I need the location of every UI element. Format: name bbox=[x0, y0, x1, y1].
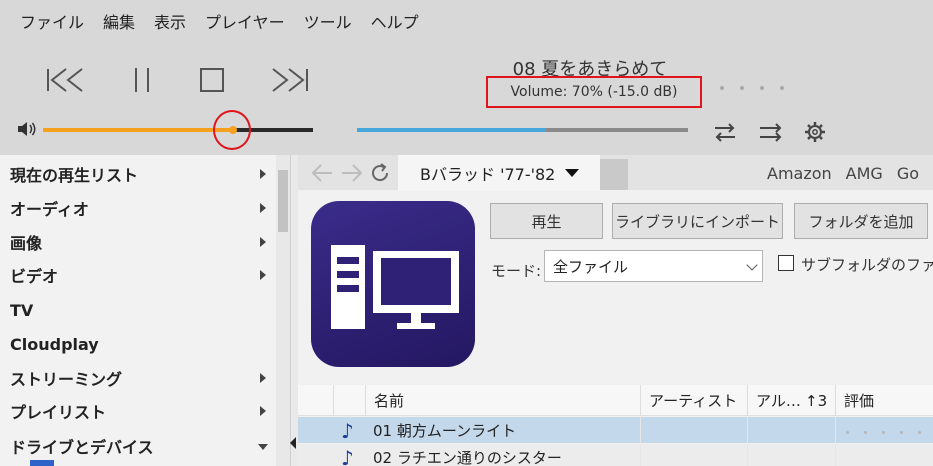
table-row[interactable]: ♪ 01 朝方ムーンライト bbox=[298, 417, 933, 443]
stop-button[interactable] bbox=[187, 60, 237, 100]
table-header: 名前 アーティスト アル… ↑3 評価 bbox=[298, 385, 933, 416]
tab-label: Bバラッド '77-'82 bbox=[420, 165, 556, 184]
sidebar-item-label: Cloudplay bbox=[10, 334, 99, 354]
pane-splitter[interactable] bbox=[290, 155, 298, 466]
repeat-icon[interactable] bbox=[712, 120, 738, 144]
sort-indicator: ↑3 bbox=[805, 391, 828, 410]
menu-tools[interactable]: ツール bbox=[304, 9, 352, 33]
sidebar-item-label: プレイリスト bbox=[10, 403, 107, 422]
mode-select[interactable]: 全ファイル bbox=[544, 250, 763, 282]
volume-text: Volume: 70% (-15.0 dB) bbox=[510, 84, 678, 100]
column-artist[interactable]: アーティスト bbox=[640, 385, 747, 416]
sidebar-item-label: オーディオ bbox=[10, 200, 89, 219]
previous-button[interactable] bbox=[40, 60, 90, 100]
menu-help[interactable]: ヘルプ bbox=[371, 9, 419, 33]
tab-blank[interactable] bbox=[600, 159, 628, 190]
chevron-right-icon[interactable] bbox=[260, 270, 266, 280]
volume-thumb-highlight bbox=[213, 110, 251, 150]
forward-arrow-icon[interactable] bbox=[340, 161, 364, 185]
sidebar-item-label: ストリーミング bbox=[10, 370, 123, 389]
collapse-arrow-icon[interactable] bbox=[290, 437, 296, 449]
menu-view[interactable]: 表示 bbox=[154, 9, 186, 33]
sidebar-item-label: 画像 bbox=[10, 234, 43, 253]
back-arrow-icon[interactable] bbox=[310, 161, 334, 185]
sidebar-item-tv[interactable]: TV bbox=[10, 295, 270, 325]
seek-bar[interactable] bbox=[357, 128, 688, 132]
chevron-down-icon[interactable] bbox=[258, 444, 268, 450]
menu-player[interactable]: プレイヤー bbox=[205, 9, 285, 33]
folder-panel: 再生 ライブラリにインポート フォルダを追加 モード: 全ファイル サブフォルダ… bbox=[298, 191, 933, 383]
subfolder-checkbox[interactable] bbox=[778, 255, 794, 271]
sidebar-item-streaming[interactable]: ストリーミング bbox=[10, 363, 270, 393]
shuffle-icon[interactable] bbox=[758, 120, 784, 144]
add-folder-button[interactable]: フォルダを追加 bbox=[794, 203, 928, 239]
play-button[interactable]: 再生 bbox=[490, 203, 603, 239]
row-name: 02 ラチエン通りのシスター bbox=[373, 448, 562, 466]
sidebar-item-label: TV bbox=[10, 300, 34, 320]
chevron-right-icon[interactable] bbox=[260, 203, 266, 213]
volume-slider-fill bbox=[43, 128, 233, 132]
sidebar-item-drives[interactable]: ドライブとデバイス bbox=[10, 431, 270, 461]
seek-bar-fill bbox=[357, 128, 546, 132]
speaker-icon[interactable] bbox=[16, 120, 38, 138]
table-row[interactable]: ♪ 02 ラチエン通りのシスター bbox=[298, 444, 933, 466]
column-type[interactable] bbox=[333, 385, 365, 416]
import-to-library-button[interactable]: ライブラリにインポート bbox=[612, 203, 783, 239]
main-pane: Bバラッド '77-'82 Amazon AMG Go 再生 ライブラリにインポ… bbox=[298, 155, 933, 466]
refresh-icon[interactable] bbox=[368, 161, 392, 185]
player-area: ファイル 編集 表示 プレイヤー ツール ヘルプ 08 夏をあきらめて Volu… bbox=[0, 0, 933, 155]
music-note-icon: ♪ bbox=[341, 446, 354, 466]
column-rating[interactable]: 評価 bbox=[835, 385, 933, 416]
web-links: Amazon AMG Go bbox=[767, 155, 933, 191]
chevron-right-icon[interactable] bbox=[260, 237, 266, 247]
sidebar-item-label: ドライブとデバイス bbox=[10, 438, 154, 457]
sidebar-item-label: ビデオ bbox=[10, 267, 59, 286]
row-name: 01 朝方ムーンライト bbox=[373, 421, 517, 440]
rating-dots bbox=[718, 86, 798, 96]
next-button[interactable] bbox=[265, 60, 315, 100]
sidebar-scrollbar[interactable] bbox=[276, 155, 290, 466]
sidebar-scrollbar-thumb[interactable] bbox=[278, 170, 288, 232]
sidebar-item-label: 現在の再生リスト bbox=[10, 166, 139, 185]
tab-active-folder[interactable]: Bバラッド '77-'82 bbox=[398, 155, 600, 191]
volume-slider[interactable] bbox=[43, 126, 313, 134]
subfolder-label[interactable]: サブフォルダのファイ bbox=[801, 250, 933, 278]
stop-icon bbox=[200, 68, 224, 92]
sidebar: 現在の再生リスト オーディオ 画像 ビデオ TV Cloudplay ストリーミ… bbox=[0, 155, 290, 466]
sidebar-item-audio[interactable]: オーディオ bbox=[10, 193, 270, 223]
link-google[interactable]: Go bbox=[897, 164, 919, 183]
sidebar-item-now-playing[interactable]: 現在の再生リスト bbox=[10, 159, 270, 189]
column-album[interactable]: アル… bbox=[747, 385, 805, 416]
menu-file[interactable]: ファイル bbox=[20, 9, 84, 33]
rating-stars[interactable] bbox=[846, 431, 933, 435]
link-amazon[interactable]: Amazon bbox=[767, 164, 832, 183]
mode-select-value: 全ファイル bbox=[553, 257, 629, 276]
link-amg[interactable]: AMG bbox=[846, 164, 883, 183]
sidebar-item-cloudplay[interactable]: Cloudplay bbox=[10, 329, 270, 359]
menu-edit[interactable]: 編集 bbox=[103, 9, 135, 33]
music-note-icon: ♪ bbox=[341, 419, 354, 443]
next-icon bbox=[272, 68, 308, 92]
mode-label: モード: bbox=[491, 261, 542, 280]
gear-icon[interactable] bbox=[802, 120, 828, 144]
chevron-right-icon[interactable] bbox=[260, 169, 266, 179]
sidebar-item-playlists[interactable]: プレイリスト bbox=[10, 396, 270, 426]
previous-icon bbox=[47, 68, 83, 92]
computer-icon bbox=[311, 201, 475, 367]
pause-button[interactable] bbox=[117, 60, 167, 100]
drive-icon bbox=[30, 460, 54, 466]
tab-bar: Bバラッド '77-'82 Amazon AMG Go bbox=[298, 155, 933, 191]
chevron-right-icon[interactable] bbox=[260, 373, 266, 383]
chevron-right-icon[interactable] bbox=[260, 406, 266, 416]
sidebar-item-video[interactable]: ビデオ bbox=[10, 260, 270, 290]
chevron-down-icon bbox=[746, 259, 758, 271]
menu-bar: ファイル 編集 表示 プレイヤー ツール ヘルプ bbox=[0, 0, 438, 42]
pause-icon bbox=[135, 68, 149, 92]
column-name[interactable]: 名前 bbox=[365, 385, 640, 416]
dropdown-caret-icon[interactable] bbox=[565, 169, 580, 177]
sidebar-item-images[interactable]: 画像 bbox=[10, 227, 270, 257]
volume-readout: Volume: 70% (-15.0 dB) bbox=[486, 76, 702, 108]
